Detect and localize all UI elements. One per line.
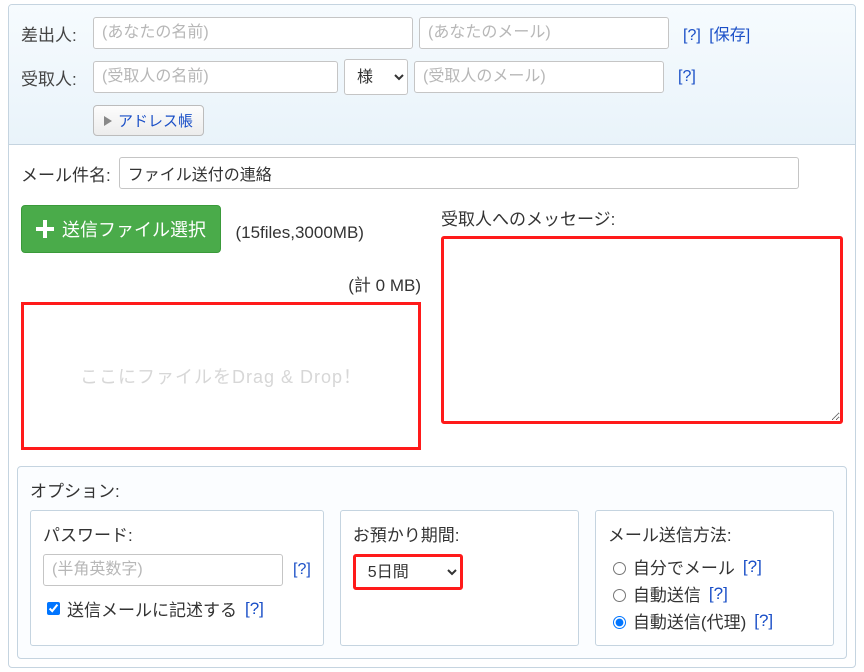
send-method-auto-label: 自動送信	[633, 581, 701, 606]
password-input[interactable]	[43, 554, 283, 586]
address-book-button[interactable]: アドレス帳	[93, 105, 204, 136]
total-size-value: 0	[376, 276, 385, 295]
password-in-mail-label: 送信メールに記述する	[67, 596, 237, 621]
compose-form: 差出人: [?] [保存] 受取人: 様殿御中 [?] アドレス帳	[8, 4, 856, 668]
message-label: 受取人へのメッセージ:	[441, 205, 843, 230]
recipient-name-input[interactable]	[93, 61, 338, 93]
period-title: お預かり期間:	[353, 521, 566, 546]
sender-save-link[interactable]: [保存]	[709, 27, 750, 44]
options-columns: パスワード: [?] 送信メールに記述する [?] お預かり期間: 1日間3日間…	[30, 510, 834, 646]
recipient-label: 受取人:	[21, 65, 93, 90]
send-method-proxy-label: 自動送信(代理)	[633, 608, 746, 633]
file-limit-text: (15files,3000MB)	[235, 223, 364, 243]
recipient-mail-input[interactable]	[414, 61, 664, 93]
two-columns: 送信ファイル選択 (15files,3000MB) (計 0 MB) ここにファ…	[21, 205, 843, 450]
total-size: (計 0 MB)	[21, 271, 421, 296]
message-textarea[interactable]	[441, 236, 843, 424]
header-area: 差出人: [?] [保存] 受取人: 様殿御中 [?] アドレス帳	[9, 5, 855, 145]
period-select[interactable]: 1日間3日間5日間7日間	[353, 554, 463, 590]
file-select-button[interactable]: 送信ファイル選択	[21, 205, 221, 253]
recipient-row: 受取人: 様殿御中 [?]	[21, 59, 843, 95]
sender-help-link[interactable]: [?]	[683, 27, 701, 44]
recipient-links: [?]	[674, 68, 696, 86]
password-box: パスワード: [?] 送信メールに記述する [?]	[30, 510, 324, 646]
password-help-link[interactable]: [?]	[293, 561, 311, 579]
password-title: パスワード:	[43, 521, 311, 546]
send-method-self-help[interactable]: [?]	[743, 557, 762, 577]
plus-icon	[36, 220, 54, 238]
sender-row: 差出人: [?] [保存]	[21, 17, 843, 49]
sender-mail-input[interactable]	[419, 17, 669, 49]
subject-input[interactable]	[119, 157, 799, 189]
dropzone-text: ここにファイルをDrag & Drop！	[80, 363, 362, 389]
honorific-select[interactable]: 様殿御中	[344, 59, 408, 95]
file-column: 送信ファイル選択 (15files,3000MB) (計 0 MB) ここにファ…	[21, 205, 421, 450]
message-column: 受取人へのメッセージ:	[441, 205, 843, 450]
send-method-proxy-radio[interactable]	[613, 616, 626, 629]
subject-row: メール件名:	[21, 157, 843, 189]
send-method-self-label: 自分でメール	[633, 554, 735, 579]
body-area: メール件名: 送信ファイル選択 (15files,3000MB) (計 0 MB…	[9, 145, 855, 466]
file-dropzone[interactable]: ここにファイルをDrag & Drop！	[21, 302, 421, 450]
recipient-help-link[interactable]: [?]	[678, 68, 696, 85]
subject-label: メール件名:	[21, 161, 111, 186]
sender-name-input[interactable]	[93, 17, 413, 49]
send-method-proxy-help[interactable]: [?]	[754, 611, 773, 631]
password-in-mail-checkbox[interactable]	[47, 602, 60, 615]
send-method-auto-help[interactable]: [?]	[709, 584, 728, 604]
period-box: お預かり期間: 1日間3日間5日間7日間	[340, 510, 579, 646]
send-method-title: メール送信方法:	[608, 521, 821, 546]
options-title: オプション:	[30, 477, 834, 502]
file-select-label: 送信ファイル選択	[62, 216, 206, 242]
options-section: オプション: パスワード: [?] 送信メールに記述する [?] お預かり期間:…	[17, 466, 847, 659]
sender-links: [?] [保存]	[679, 21, 750, 45]
send-method-auto-radio[interactable]	[613, 589, 626, 602]
password-in-mail-help-link[interactable]: [?]	[245, 599, 264, 619]
send-method-box: メール送信方法: 自分でメール [?] 自動送信 [?] 自動送信(代理) [?…	[595, 510, 834, 646]
sender-label: 差出人:	[21, 21, 93, 46]
send-method-self-radio[interactable]	[613, 562, 626, 575]
address-book-label: アドレス帳	[118, 110, 193, 131]
play-icon	[104, 116, 112, 126]
